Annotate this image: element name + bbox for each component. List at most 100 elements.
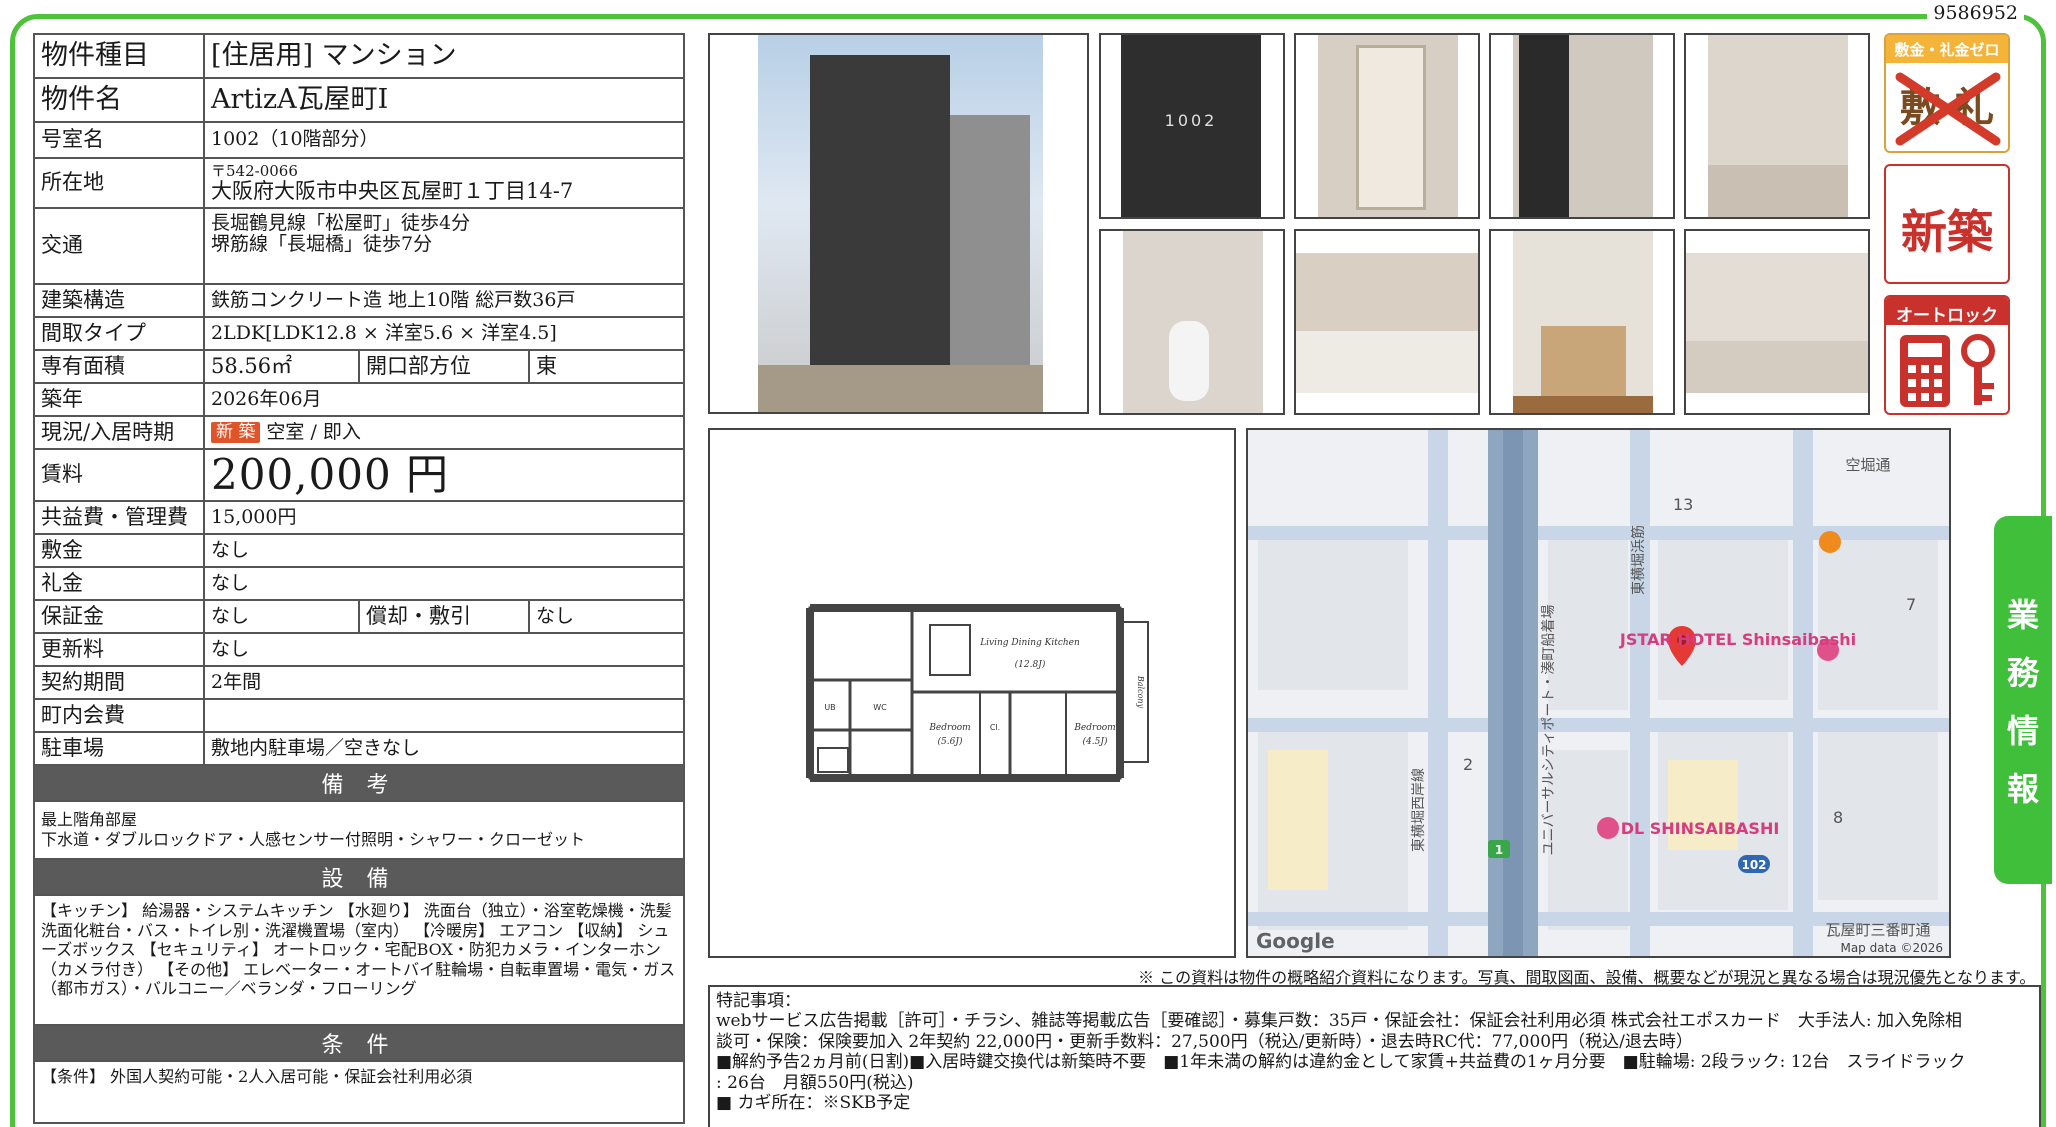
notes-title: 特記事項： [716, 991, 801, 1011]
bathroom-photo [1294, 229, 1480, 415]
deposit-label: 敷金 [35, 535, 205, 566]
map-hotel-2-label: DL SHINSAIBASHI [1621, 819, 1780, 838]
autolock-badge-title: オートロック [1896, 306, 1998, 326]
rent-label: 賃料 [35, 450, 205, 500]
zero-deposit-key-money-badge: 敷金・礼金ゼロ 敷 礼 [1884, 33, 2010, 153]
map-hotel-1-label: JSTAR HOTEL Shinsaibashi [1619, 630, 1856, 649]
conditions-heading: 条 件 [35, 1026, 683, 1062]
community-fee-value [205, 700, 683, 731]
map-road-5-label: 瓦屋町三番町通 [1825, 921, 1930, 939]
guarantee-value: なし [205, 601, 360, 632]
contract-label: 契約期間 [35, 667, 205, 698]
floorplan-wc-label: WC [873, 703, 887, 712]
area-value: 58.56㎡ [205, 351, 360, 382]
type-label: 物件種目 [35, 35, 205, 77]
direction-label: 開口部方位 [360, 351, 530, 382]
restaurant-icon [1819, 531, 1841, 553]
map-block-13: 13 [1673, 495, 1693, 514]
zero-badge-title: 敷金・礼金ゼロ [1894, 41, 2000, 59]
floorplan-bedroom-1-size: (5.6J) [938, 736, 963, 747]
map-credit: Map data ©2026 [1840, 941, 1943, 955]
conditions-body: 【条件】 外国人契約可能・2人入居可能・保証会社利用必須 [41, 1067, 473, 1086]
key-money-label: 礼金 [35, 568, 205, 599]
washroom-photo [1489, 229, 1675, 415]
new-build-badge: 新 築 [211, 421, 261, 444]
property-spec-table: 物件種目 [住居用] マンション 物件名 ArtizA瓦屋町I 号室名 1002… [33, 33, 685, 1124]
layout-label: 間取タイプ [35, 318, 205, 349]
address-cell: 〒542-0066 大阪府大阪市中央区瓦屋町１丁目14-7 [205, 159, 683, 207]
status-cell: 新 築 空室 / 即入 [205, 417, 683, 448]
map-road-1-label: 東横堀西岸線 [1411, 768, 1427, 852]
special-notes-box: 特記事項： webサービス広告掲載［許可］・チラシ、雑誌等掲載広告［要確認］・募… [708, 985, 2041, 1127]
notes-line-3: ■解約予告2ヵ月前(日割)■入居時鍵交換代は新築時不要 ■1年未満の解約は違約金… [716, 1052, 1966, 1073]
floorplan-ldk-size: (12.8J) [1015, 659, 1046, 670]
address-value: 大阪府大阪市中央区瓦屋町１丁目14-7 [211, 178, 574, 203]
area-label: 専有面積 [35, 351, 205, 382]
guarantee-label: 保証金 [35, 601, 205, 632]
name-value: ArtizA瓦屋町I [211, 83, 389, 115]
cross-out-icon [1895, 72, 2001, 146]
new-build-badge-large: 新築 [1884, 164, 2010, 284]
notes-line-2: 談可・保険：保険要加入 2年契約 22,000円・更新手数料：27,500円（税… [716, 1031, 1693, 1052]
side-tab-char-2: 務 [2006, 654, 2039, 692]
parking-label: 駐車場 [35, 733, 205, 764]
autolock-badge: オートロック [1884, 295, 2010, 415]
map-road-4-label: 空堀通 [1845, 456, 1890, 474]
structure-value: 鉄筋コンクリート造 地上10階 総戸数36戸 [211, 288, 576, 311]
fee-value: 15,000円 [211, 505, 297, 528]
floorplan-ub-label: UB [824, 703, 835, 712]
new-build-badge-text: 新築 [1901, 205, 1993, 259]
remarks-body: 最上階角部屋 下水道・ダブルロックドア・人感センサー付照明・シャワー・クローゼッ… [35, 802, 683, 860]
building-exterior-photo [708, 33, 1089, 414]
map-block-7: 7 [1906, 595, 1916, 614]
equipment-body: 【キッチン】 給湯器・システムキッチン 【水廻り】 洗面台（独立）・浴室乾燥機・… [35, 896, 683, 1026]
door-number: 1002 [1164, 111, 1218, 130]
map-block-8: 8 [1833, 808, 1843, 827]
notes-line-1: webサービス広告掲載［許可］・チラシ、雑誌等掲載広告［要確認］・募集戸数：35… [716, 1011, 1962, 1032]
status-value: 空室 / 即入 [266, 420, 361, 443]
community-fee-label: 町内会費 [35, 700, 205, 731]
transport-line-2: 堺筋線「長堀橋」徒歩7分 [211, 233, 433, 256]
deposit-value: なし [211, 538, 250, 561]
side-tab-char-3: 情 [2006, 712, 2039, 750]
google-logo: Google [1256, 929, 1335, 953]
address-zip: 〒542-0066 [211, 161, 298, 180]
fee-label: 共益費・管理費 [35, 502, 205, 533]
transport-cell: 長堀鶴見線「松屋町」徒歩4分 堺筋線「長堀橋」徒歩7分 [205, 209, 683, 283]
structure-label: 建築構造 [35, 285, 205, 316]
room-corner-photo [1684, 33, 1870, 219]
rent-value: 200,000 円 [211, 450, 450, 500]
address-label: 所在地 [35, 159, 205, 207]
closet-photo-1 [1294, 33, 1480, 219]
map-road-2-label: ユニバーサルシティポート・湊町船着場 [1540, 605, 1557, 856]
route-1-number: 1 [1495, 843, 1503, 857]
side-tab-char-1: 業 [2006, 596, 2039, 634]
renewal-label: 更新料 [35, 634, 205, 665]
route-102-number: 102 [1741, 858, 1766, 872]
floorplan-bedroom-2-size: (4.5J) [1083, 736, 1108, 747]
floorplan-balcony-label: Balcony [1136, 675, 1145, 709]
equipment-heading: 設 備 [35, 860, 683, 896]
parking-value: 敷地内駐車場／空きなし [211, 736, 421, 759]
door-photo: 1002 [1099, 33, 1285, 219]
bedroom-photo [1684, 229, 1870, 415]
notes-line-5: ■ カギ所在：※SKB予定 [716, 1092, 911, 1113]
key-money-value: なし [211, 571, 250, 594]
built-label: 築年 [35, 384, 205, 415]
floorplan-closet-label: Cl. [990, 723, 1000, 732]
status-label: 現況/入居時期 [35, 417, 205, 448]
layout-value: 2LDK[LDK12.8 × 洋室5.6 × 洋室4.5] [211, 321, 557, 344]
floorplan-ldk-label: Living Dining Kitchen [979, 638, 1080, 648]
remarks-heading: 備 考 [35, 766, 683, 802]
remarks-line-2: 下水道・ダブルロックドア・人感センサー付照明・シャワー・クローゼット [41, 829, 586, 849]
contract-value: 2年間 [211, 670, 262, 693]
room-value: 1002（10階部分） [211, 128, 379, 151]
direction-value: 東 [536, 353, 557, 378]
transport-line-1: 長堀鶴見線「松屋町」徒歩4分 [211, 212, 471, 234]
renewal-value: なし [211, 637, 250, 660]
map-road-3-label: 東横堀浜筋 [1630, 525, 1647, 595]
type-value: [住居用] マンション [211, 39, 457, 71]
business-info-tab[interactable]: 業 務 情 報 [1994, 516, 2052, 884]
location-map[interactable]: JSTAR HOTEL Shinsaibashi DL SHINSAIBASHI… [1246, 428, 1951, 958]
amortization-label: 償却・敷引 [360, 601, 530, 632]
